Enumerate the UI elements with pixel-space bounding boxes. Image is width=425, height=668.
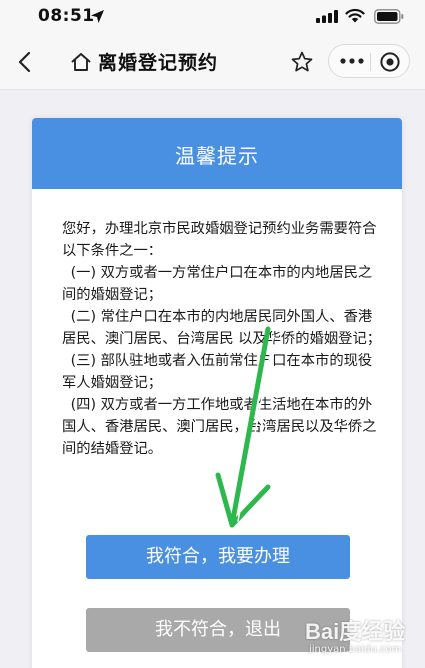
more-dots-icon[interactable] (339, 57, 365, 65)
notice-modal: 温馨提示 您好，办理北京市民政婚姻登记预约业务需要符合以下条件之一： (一) 双… (32, 118, 402, 668)
condition-item: (四) 双方或者一方工作地或者生活地在本市的外国人、香港居民、澳门居民，台湾居民… (62, 397, 377, 457)
status-bar: 08:51 (0, 0, 425, 34)
back-chevron-icon[interactable] (14, 50, 36, 74)
nav-bar: 离婚登记预约 (0, 34, 425, 90)
star-favorite-icon[interactable] (290, 50, 314, 74)
condition-item: (一) 双方或者一方常住户口在本市的内地居民之间的婚姻登记； (62, 265, 373, 303)
condition-item: (二) 常住户口在本市的内地居民同外国人、香港居民、澳门居民、台湾居民 以及华侨… (62, 309, 382, 347)
exit-button[interactable]: 我不符合，退出 (86, 608, 350, 652)
page-title: 离婚登记预约 (98, 52, 219, 74)
intro-text: 您好，办理北京市民政婚姻登记预约业务需要符合以下条件之一： (62, 221, 377, 259)
close-target-icon[interactable] (379, 51, 401, 73)
agree-button[interactable]: 我符合，我要办理 (86, 535, 350, 579)
screen: 08:51 离婚登记预约 温馨提示 您好，办理北京市民政婚姻登记预约业务需要符合… (0, 0, 425, 668)
mini-program-capsule (328, 44, 410, 78)
location-arrow-icon (91, 10, 104, 23)
condition-item: (三) 部队驻地或者入伍前常住户口在本市的现役军人婚姻登记； (62, 353, 373, 391)
status-time: 08:51 (38, 6, 95, 26)
home-icon (71, 53, 91, 71)
modal-title: 温馨提示 (175, 144, 259, 168)
modal-body: 您好，办理北京市民政婚姻登记预约业务需要符合以下条件之一： (一) 双方或者一方… (62, 218, 382, 460)
cellular-signal-icon (316, 10, 338, 23)
battery-icon (374, 9, 404, 24)
modal-header: 温馨提示 (32, 118, 402, 189)
wifi-icon (345, 8, 365, 23)
capsule-divider (370, 53, 371, 71)
